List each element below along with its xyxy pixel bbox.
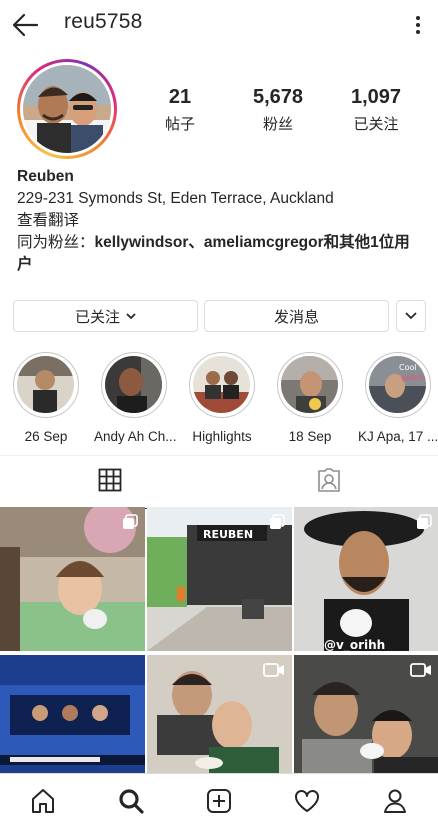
new-post-icon[interactable] [202, 784, 236, 818]
post-thumbnail[interactable] [0, 655, 145, 773]
video-icon [263, 662, 285, 683]
profile-icon[interactable] [378, 784, 412, 818]
highlight-item[interactable]: Highlights [182, 352, 262, 444]
stat-posts[interactable]: 21 帖子 [135, 86, 225, 134]
back-arrow-icon[interactable] [10, 9, 42, 41]
highlight-label: 18 Sep [288, 429, 332, 444]
bottom-navigation [0, 773, 438, 826]
highlight-item[interactable]: 18 Sep [270, 352, 350, 444]
posts-count: 21 [168, 86, 192, 108]
post-thumbnail[interactable] [147, 655, 292, 773]
message-button-label: 发消息 [273, 308, 319, 326]
tab-posts-grid[interactable] [0, 456, 219, 509]
grid-icon [98, 468, 122, 497]
followers-count: 5,678 [252, 86, 304, 108]
chevron-down-icon [126, 312, 136, 320]
highlight-label: Highlights [192, 429, 252, 444]
profile-name: Reuben [17, 168, 74, 185]
highlight-cover [17, 356, 74, 413]
highlight-item[interactable]: Andy Ah Ch... [94, 352, 177, 444]
bio-address: 229-231 Symonds St, Eden Terrace, Auckla… [17, 190, 334, 207]
message-button[interactable]: 发消息 [204, 300, 389, 332]
highlight-sticker-text: gotcha [401, 373, 426, 382]
following-button[interactable]: 已关注 [13, 300, 198, 332]
video-icon [410, 662, 432, 683]
post-thumbnail[interactable]: @v_orihh [294, 507, 438, 651]
profile-username: reu5758 [64, 10, 143, 33]
search-icon[interactable] [114, 784, 148, 818]
following-label: 已关注 [353, 116, 399, 133]
shop-sign-text: REUBEN [203, 528, 253, 541]
post-handle-text: @v_orihh [324, 638, 385, 651]
more-options-icon[interactable] [406, 10, 430, 40]
stat-followers[interactable]: 5,678 粉丝 [233, 86, 323, 134]
posts-label: 帖子 [164, 116, 195, 133]
posts-grid: REUBEN @v_orihh [0, 507, 438, 773]
multi-photo-icon [269, 514, 285, 535]
tab-tagged[interactable] [219, 456, 438, 508]
followed-by-prefix: 同为粉丝： [17, 234, 95, 251]
highlight-label: KJ Apa, 17 ... [358, 429, 438, 444]
post-thumbnail[interactable]: REUBEN [147, 507, 292, 651]
post-thumbnail[interactable] [294, 655, 438, 773]
top-bar: reu5758 [0, 0, 438, 50]
chevron-down-icon [405, 312, 417, 320]
highlight-cover [281, 356, 338, 413]
highlight-label: 26 Sep [24, 429, 68, 444]
heart-icon[interactable] [290, 784, 324, 818]
highlight-sticker-text: Cool [399, 363, 417, 372]
following-count: 1,097 [350, 86, 402, 108]
followed-by[interactable]: 同为粉丝：kellywindsor、ameliamcgregor和其他1位用户 [17, 232, 425, 276]
post-thumbnail[interactable] [0, 507, 145, 651]
tagged-person-icon [316, 467, 342, 498]
followers-label: 粉丝 [262, 116, 293, 133]
profile-tabs [0, 455, 438, 509]
multi-photo-icon [416, 514, 432, 535]
see-translation-link[interactable]: 查看翻译 [17, 210, 425, 232]
suggested-dropdown-button[interactable] [396, 300, 426, 332]
highlight-label: Andy Ah Ch... [94, 429, 177, 444]
multi-photo-icon [122, 514, 138, 535]
highlight-cover [193, 356, 250, 413]
home-icon[interactable] [26, 784, 60, 818]
profile-avatar[interactable] [17, 59, 117, 159]
avatar-photo [23, 65, 111, 153]
following-button-label: 已关注 [74, 308, 120, 326]
highlight-cover: Cool gotcha [369, 356, 426, 413]
profile-bio: Reuben 229-231 Symonds St, Eden Terrace,… [17, 166, 425, 276]
highlight-item[interactable]: Cool gotcha KJ Apa, 17 ... [358, 352, 438, 444]
highlight-cover [105, 356, 162, 413]
stat-following[interactable]: 1,097 已关注 [331, 86, 421, 134]
highlight-item[interactable]: 26 Sep [6, 352, 86, 444]
